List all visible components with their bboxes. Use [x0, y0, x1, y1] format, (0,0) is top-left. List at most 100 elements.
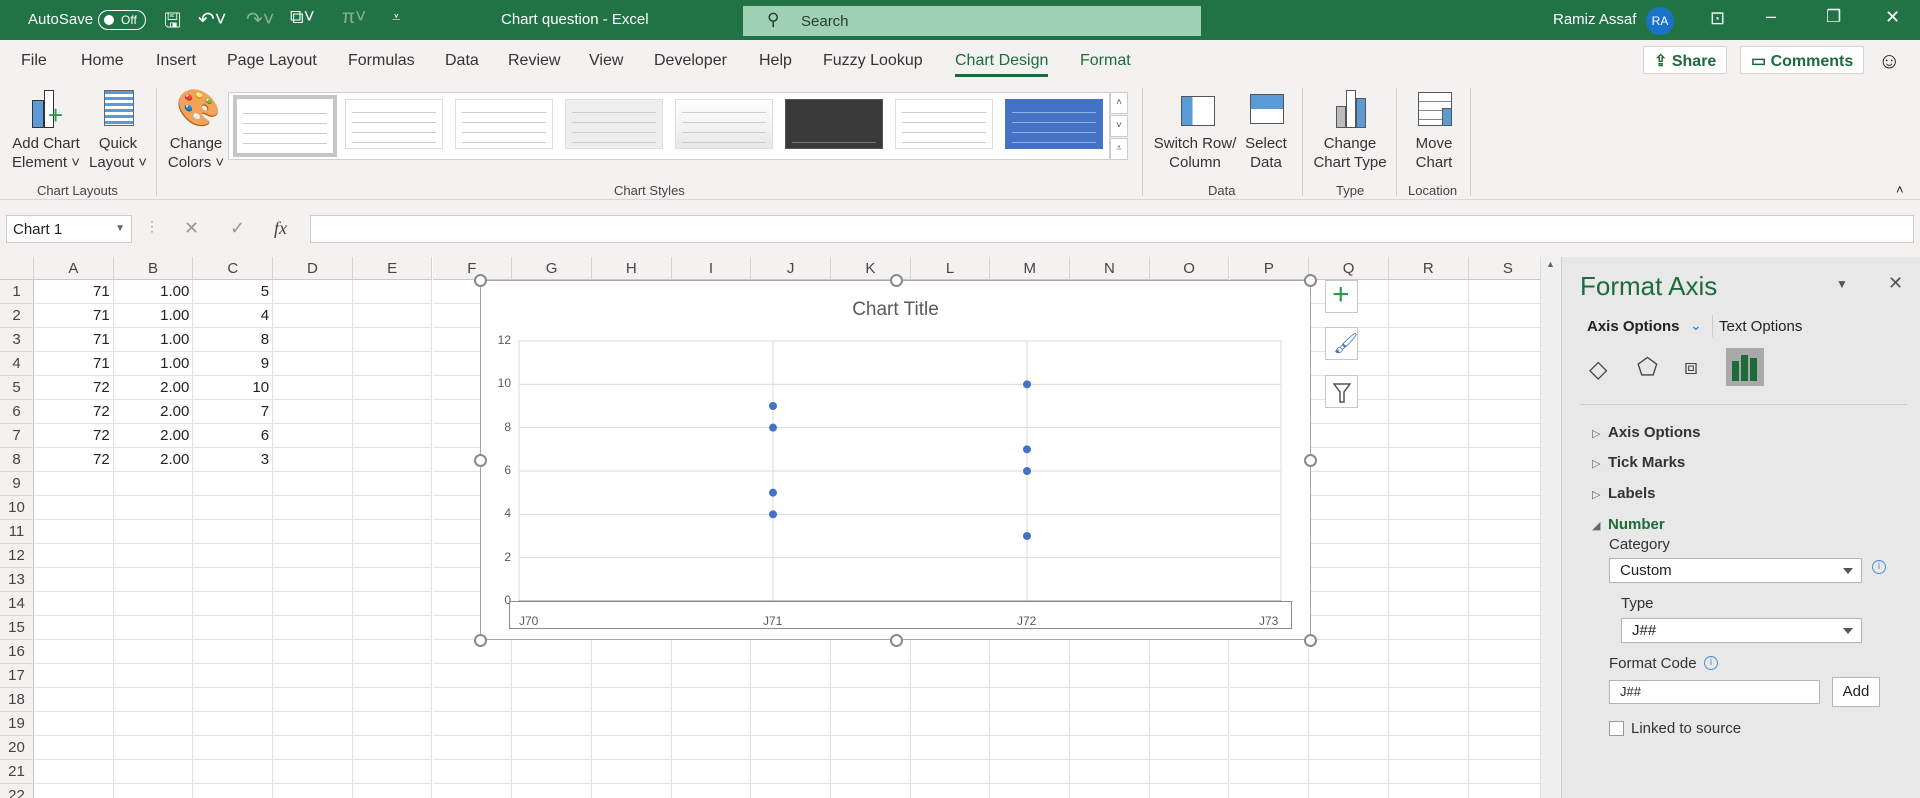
cell[interactable] — [352, 472, 433, 496]
cell[interactable] — [672, 784, 752, 798]
cell[interactable] — [193, 664, 274, 688]
data-point[interactable] — [769, 510, 777, 519]
cell[interactable] — [1229, 760, 1310, 784]
x-axis-selection[interactable] — [509, 601, 1292, 629]
cell[interactable] — [1309, 472, 1389, 496]
column-header[interactable]: D — [273, 257, 353, 280]
cell[interactable]: 7 — [193, 400, 274, 424]
category-select[interactable]: Custom — [1609, 558, 1862, 583]
name-box[interactable]: Chart 1 ▼ — [6, 215, 132, 243]
cell[interactable] — [432, 640, 513, 664]
chart-elements-button[interactable]: + — [1325, 278, 1358, 313]
column-header[interactable]: J — [751, 257, 831, 280]
cell[interactable] — [831, 688, 911, 712]
cell[interactable] — [1149, 640, 1230, 664]
resize-handle[interactable] — [474, 454, 487, 467]
cell[interactable] — [512, 760, 592, 784]
cell[interactable] — [273, 376, 353, 400]
cell[interactable] — [1309, 664, 1389, 688]
cell[interactable] — [432, 664, 513, 688]
cell[interactable] — [1468, 520, 1540, 544]
autosave-toggle[interactable]: Off — [98, 10, 146, 30]
cell[interactable] — [273, 592, 353, 616]
cell[interactable] — [1309, 448, 1389, 472]
cell[interactable] — [1309, 760, 1389, 784]
row-header[interactable]: 2 — [0, 304, 34, 328]
cell[interactable] — [751, 664, 831, 688]
cell[interactable]: 71 — [34, 304, 114, 328]
cell[interactable] — [113, 472, 194, 496]
cell[interactable] — [273, 352, 353, 376]
cell[interactable] — [34, 520, 114, 544]
cell[interactable] — [1388, 352, 1469, 376]
cell[interactable] — [352, 712, 433, 736]
equation-icon[interactable]: π˅ — [342, 7, 366, 29]
cell[interactable] — [113, 520, 194, 544]
cell[interactable]: 72 — [34, 424, 114, 448]
resize-handle[interactable] — [1304, 454, 1317, 467]
cell[interactable] — [911, 784, 991, 798]
cell[interactable] — [352, 736, 433, 760]
row-header[interactable]: 7 — [0, 424, 34, 448]
cell[interactable]: 4 — [193, 304, 274, 328]
row-header[interactable]: 8 — [0, 448, 34, 472]
row-header[interactable]: 17 — [0, 664, 34, 688]
undo-icon[interactable]: ↶˅ — [198, 7, 226, 32]
cell[interactable] — [1469, 784, 1540, 798]
column-header[interactable]: O — [1149, 257, 1230, 280]
select-data-button[interactable]: Select Data — [1240, 88, 1292, 172]
cell[interactable] — [1149, 736, 1230, 760]
search-box[interactable]: ⚲ Search — [743, 6, 1201, 36]
row-header[interactable]: 18 — [0, 688, 34, 712]
cell[interactable] — [1309, 712, 1389, 736]
tab-insert[interactable]: Insert — [156, 52, 196, 70]
tab-chart-design[interactable]: Chart Design — [955, 52, 1049, 77]
cell[interactable] — [273, 688, 353, 712]
cell[interactable]: 6 — [193, 424, 274, 448]
cell[interactable]: 1.00 — [113, 280, 194, 304]
cell[interactable] — [591, 712, 672, 736]
cell[interactable] — [34, 784, 114, 798]
cell[interactable] — [751, 760, 831, 784]
cell[interactable] — [1388, 328, 1469, 352]
cell[interactable] — [432, 760, 513, 784]
cell[interactable] — [193, 784, 274, 798]
row-header[interactable]: 5 — [0, 376, 34, 400]
cell[interactable]: 2.00 — [113, 400, 194, 424]
chart-style-3[interactable] — [455, 99, 553, 149]
chart-style-8[interactable] — [1005, 99, 1103, 149]
collapse-icon[interactable]: ◢ — [1592, 519, 1600, 532]
smiley-feedback-icon[interactable]: ☺ — [1878, 48, 1900, 74]
cell[interactable] — [34, 688, 114, 712]
gallery-scroll-down[interactable]: ˅ — [1110, 115, 1128, 137]
chart-style-6[interactable] — [785, 99, 883, 149]
cell[interactable] — [1388, 736, 1469, 760]
cell[interactable] — [751, 688, 831, 712]
cell[interactable] — [113, 640, 194, 664]
redo-icon[interactable]: ↷˅ — [246, 7, 274, 32]
cell[interactable] — [1309, 688, 1389, 712]
switch-row-column-button[interactable]: Switch Row/Column — [1152, 88, 1238, 172]
cell[interactable] — [592, 784, 672, 798]
add-chart-element-button[interactable]: + Add Chart Element ˅ — [8, 88, 84, 172]
data-point[interactable] — [1023, 467, 1031, 475]
ribbon-display-icon[interactable]: ⊡ — [1710, 8, 1725, 29]
cell[interactable] — [1388, 448, 1469, 472]
cell[interactable] — [1309, 496, 1389, 520]
cell[interactable] — [352, 592, 433, 616]
cell[interactable] — [352, 448, 433, 472]
insert-function-icon[interactable]: fx — [274, 218, 287, 239]
cell[interactable] — [1230, 784, 1310, 798]
cell[interactable] — [1070, 784, 1150, 798]
row-header[interactable]: 3 — [0, 328, 34, 352]
cell[interactable] — [591, 664, 672, 688]
cell[interactable] — [352, 304, 433, 328]
cell[interactable] — [1388, 592, 1469, 616]
cell[interactable] — [114, 784, 194, 798]
add-button[interactable]: Add — [1832, 677, 1880, 707]
cell[interactable] — [113, 760, 194, 784]
size-properties-icon[interactable]: ⧈ — [1684, 354, 1698, 380]
cell[interactable] — [1309, 544, 1389, 568]
cell[interactable] — [34, 712, 114, 736]
change-colors-button[interactable]: 🎨 Change Colors ˅ — [164, 88, 228, 172]
